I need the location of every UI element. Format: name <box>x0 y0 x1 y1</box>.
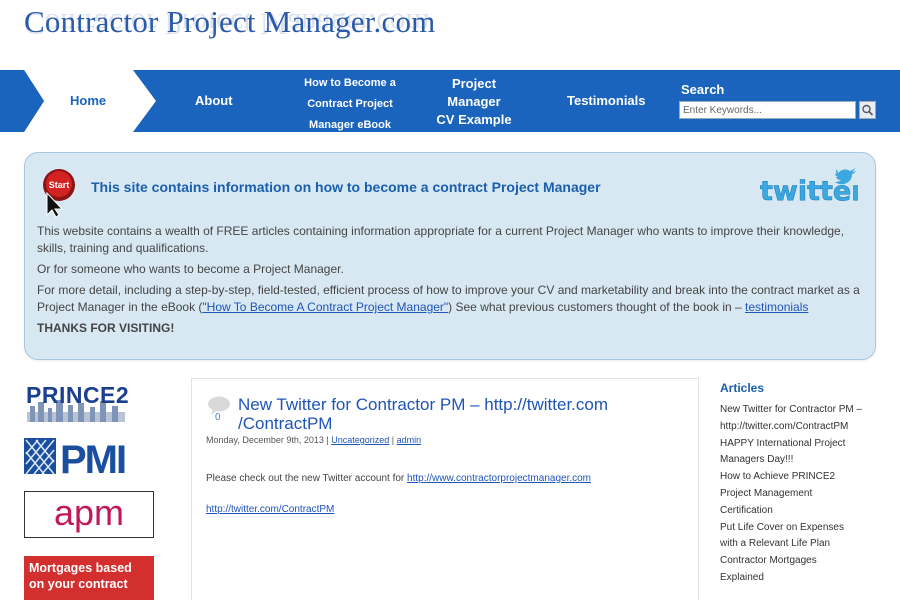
post-title[interactable]: New Twitter for Contractor PM – http://t… <box>238 395 638 433</box>
article-link[interactable]: HAPPY International Project <box>720 436 880 453</box>
intro-body: This website contains a wealth of FREE a… <box>37 223 867 341</box>
site-url-link[interactable]: http://www.contractorprojectmanager.com <box>407 473 591 484</box>
start-button-icon: Start <box>43 169 75 217</box>
nav-cv-example[interactable]: Project Manager CV Example <box>430 75 518 129</box>
nav-about[interactable]: About <box>195 93 233 108</box>
article-link[interactable]: Put Life Cover on Expenses <box>720 520 880 537</box>
post-author-link[interactable]: admin <box>397 435 422 445</box>
intro-text: ) See what previous customers thought of… <box>448 300 746 314</box>
mortgages-banner-line: on your contract <box>29 577 128 591</box>
nav-cv-line: Manager <box>447 94 501 109</box>
ebook-link[interactable]: "How To Become A Contract Project Manage… <box>202 300 448 314</box>
post-body-text: Please check out the new Twitter account… <box>206 473 408 484</box>
nav-ebook-line: Manager eBook <box>309 119 391 131</box>
testimonials-link[interactable]: testimonials <box>745 300 808 314</box>
nav-ebook-line: How to Become a <box>304 77 396 89</box>
intro-heading: This site contains information on how to… <box>91 179 601 195</box>
article-link[interactable]: New Twitter for Contractor PM – <box>720 402 880 419</box>
article-link[interactable]: Contractor Mortgages <box>720 553 880 570</box>
pmi-logo[interactable]: PMI <box>24 436 154 478</box>
articles-heading: Articles <box>720 381 765 395</box>
thanks-text: THANKS FOR VISITING! <box>37 321 175 335</box>
site-title-reflection: Contractor Project Manager.com <box>24 13 430 35</box>
post-meta: Monday, December 9th, 2013 | Uncategoriz… <box>206 435 422 445</box>
nav-ebook-line: Contract Project <box>307 98 393 110</box>
article-link[interactable]: Explained <box>720 570 880 587</box>
nav-home-label: Home <box>70 93 107 108</box>
post-body: Please check out the new Twitter account… <box>206 473 591 484</box>
article-link[interactable]: Project Management <box>720 486 880 503</box>
twitter-logo[interactable]: twitter <box>758 163 858 205</box>
post-card: 0 New Twitter for Contractor PM – http:/… <box>191 378 699 600</box>
article-link[interactable]: http://twitter.com/ContractPM <box>720 419 880 436</box>
twitter-account-link[interactable]: http://twitter.com/ContractPM <box>206 504 334 515</box>
nav-cv-line: CV Example <box>436 112 512 127</box>
nav-testimonials[interactable]: Testimonials <box>567 93 646 108</box>
nav-home[interactable]: Home <box>0 70 160 132</box>
nav-ebook[interactable]: How to Become a Contract Project Manager… <box>296 73 404 136</box>
article-link[interactable]: with a Relevant Life Plan <box>720 536 880 553</box>
article-link[interactable]: Certification <box>720 503 880 520</box>
mortgages-banner[interactable]: Mortgages based on your contract <box>24 556 154 600</box>
intro-paragraph: Or for someone who wants to become a Pro… <box>37 262 344 276</box>
main-nav: Home About How to Become a Contract Proj… <box>0 70 900 132</box>
nav-cv-line: Project <box>451 76 497 91</box>
article-link[interactable]: Managers Day!!! <box>720 452 880 469</box>
pmi-logo-text: PMI <box>60 438 125 478</box>
search-button[interactable] <box>859 101 876 119</box>
post-category-link[interactable]: Uncategorized <box>331 435 389 445</box>
intro-paragraph: This website contains a wealth of FREE a… <box>37 224 845 255</box>
magnifier-icon <box>862 104 874 116</box>
start-icon-text: Start <box>49 180 70 190</box>
search-label: Search <box>681 82 725 97</box>
apm-logo[interactable]: apm <box>24 491 154 538</box>
prince2-logo[interactable]: PRINCE2 <box>24 378 152 426</box>
prince2-logo-text: PRINCE2 <box>26 382 129 408</box>
intro-paragraph: For more detail, including a step-by-ste… <box>37 282 867 316</box>
articles-list: New Twitter for Contractor PM – http://t… <box>720 402 880 587</box>
mortgages-banner-line: Mortgages based <box>29 561 132 575</box>
article-link[interactable]: How to Achieve PRINCE2 <box>720 469 880 486</box>
intro-panel: Start This site contains information on … <box>24 152 876 360</box>
search-input[interactable] <box>679 101 856 119</box>
post-date: Monday, December 9th, 2013 <box>206 435 324 445</box>
comment-count[interactable]: 0 <box>215 412 221 423</box>
